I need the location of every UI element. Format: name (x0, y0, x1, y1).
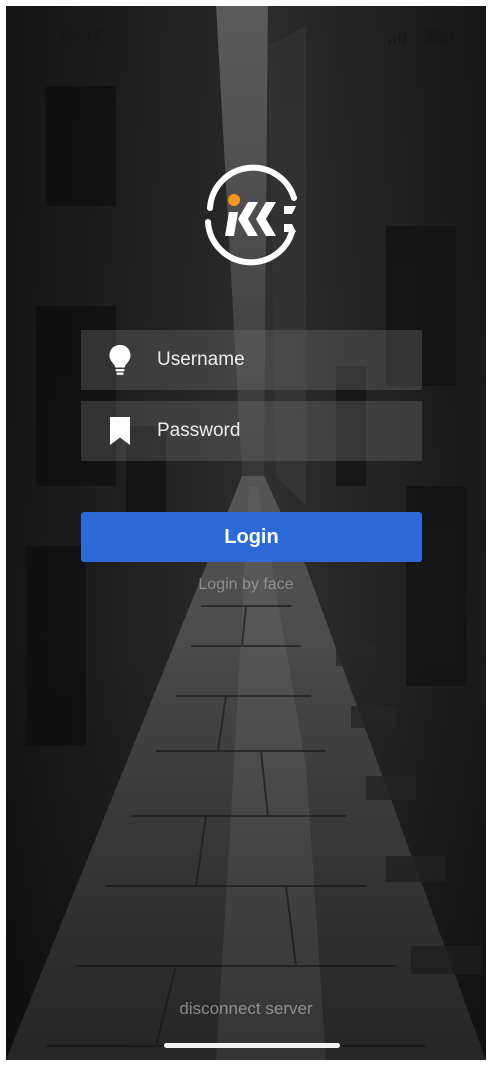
disconnect-server-link[interactable]: disconnect server (6, 999, 486, 1019)
login-by-face-link[interactable]: Login by face (6, 576, 486, 594)
password-field[interactable] (81, 401, 422, 461)
username-field[interactable] (81, 330, 422, 390)
password-input[interactable] (157, 401, 422, 461)
lightbulb-icon (108, 344, 132, 376)
home-indicator[interactable] (164, 1043, 340, 1048)
status-time: 10:57 (58, 26, 102, 45)
login-screen: 10:57 Username Login Login by face disco… (6, 6, 486, 1060)
status-icons (388, 30, 455, 44)
username-input[interactable] (157, 330, 422, 390)
bookmark-icon (108, 415, 132, 447)
logo-accent-dot (228, 194, 240, 206)
login-button[interactable]: Login (81, 512, 422, 562)
status-bar: 10:57 (6, 6, 486, 52)
ikc-logo-icon (205, 164, 297, 266)
